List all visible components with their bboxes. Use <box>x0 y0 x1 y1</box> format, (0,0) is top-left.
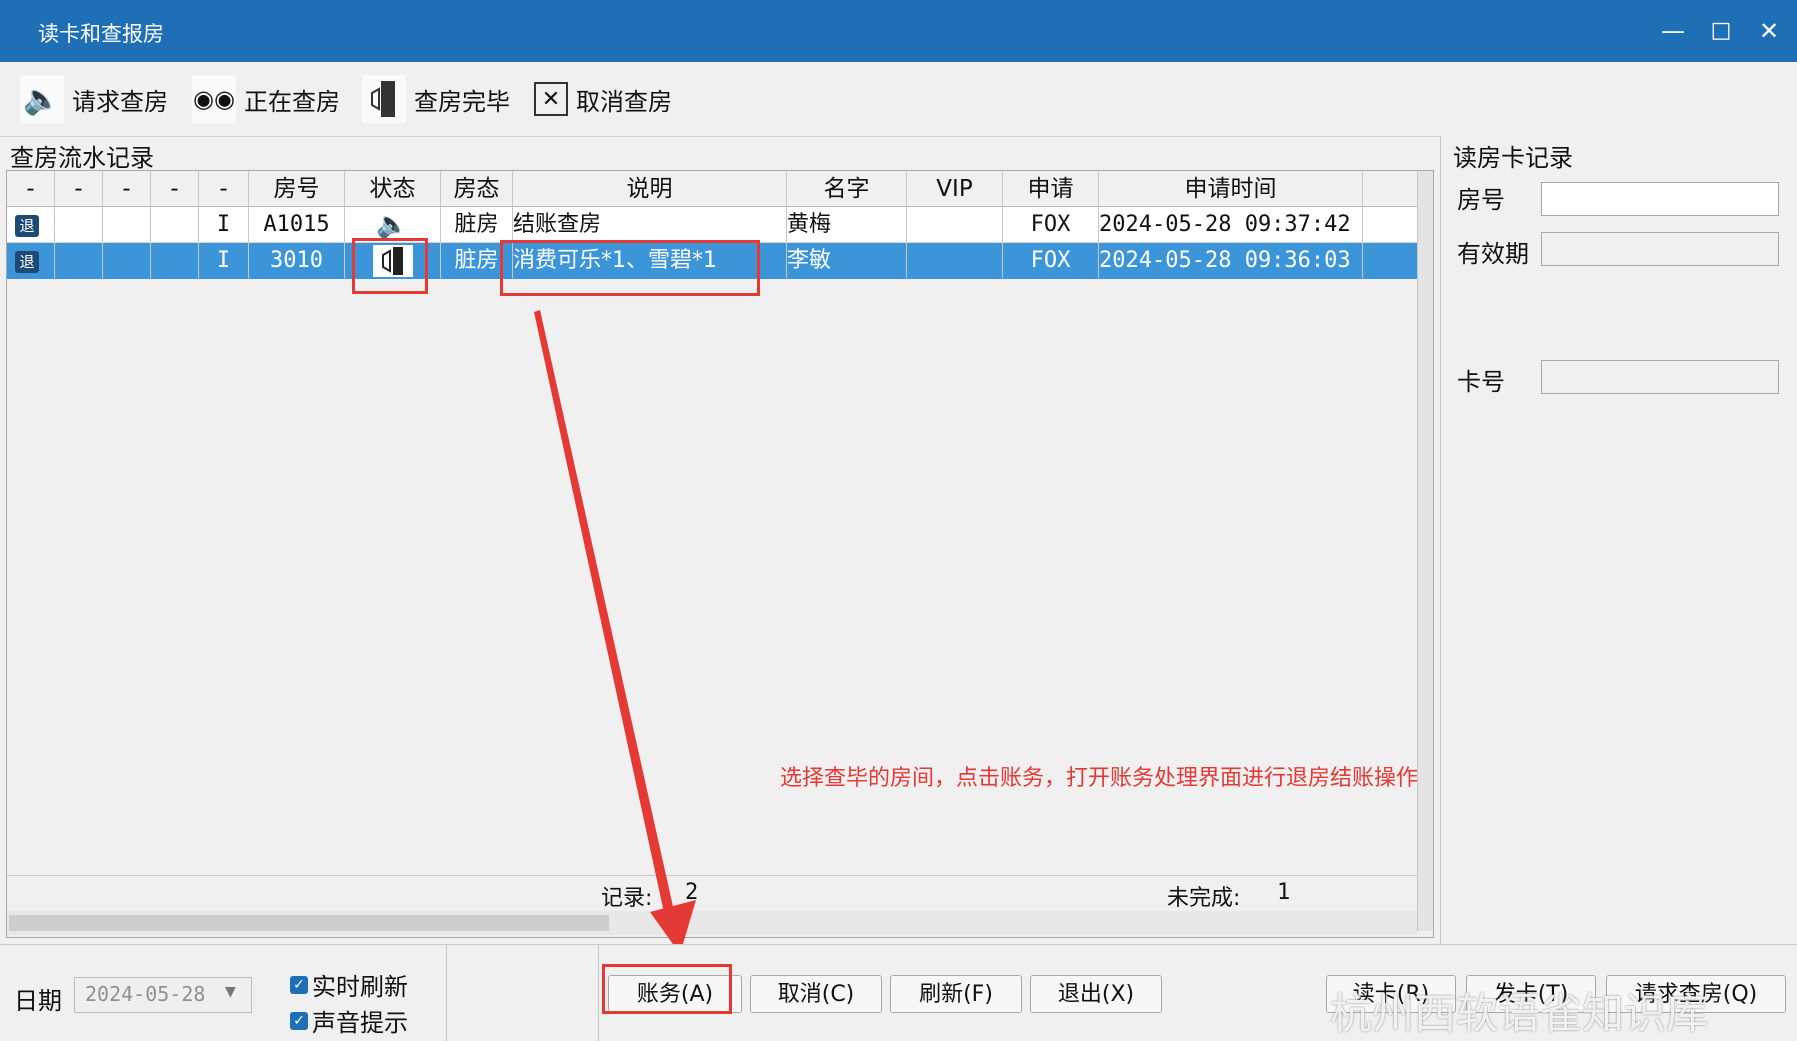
title-bar: 读卡和查报房 — □ ✕ <box>0 0 1797 62</box>
date-label: 日期 <box>14 987 62 1015</box>
card-label: 卡号 <box>1457 368 1505 396</box>
empty-cell <box>55 243 103 279</box>
check-done-tool-button[interactable]: 查房完毕 <box>362 72 510 126</box>
checkout-badge: 退 <box>15 251 39 273</box>
column-header-room-state[interactable]: 房态 <box>441 171 513 207</box>
minimize-icon[interactable]: — <box>1656 14 1690 48</box>
vip-cell <box>907 207 1003 243</box>
column-header[interactable]: - <box>55 171 103 207</box>
checkbox-check-icon[interactable]: ✓ <box>290 975 308 994</box>
row-badge-cell: 退 <box>7 243 55 279</box>
close-icon[interactable]: ✕ <box>1752 14 1786 48</box>
speaker-icon: 🔈 <box>20 75 64 123</box>
exit-button[interactable]: 退出(X) <box>1030 975 1162 1013</box>
column-header-status[interactable]: 状态 <box>345 171 441 207</box>
filler-cell <box>1363 243 1417 279</box>
empty-cell <box>151 207 199 243</box>
checkout-badge: 退 <box>15 215 39 237</box>
empty-cell <box>151 243 199 279</box>
column-header-desc[interactable]: 说明 <box>513 171 787 207</box>
column-header[interactable]: - <box>103 171 151 207</box>
sound-label: 声音提示 <box>312 1009 408 1037</box>
cancel-box-icon: ✕ <box>534 82 568 116</box>
log-section-title: 查房流水记录 <box>10 144 154 172</box>
realtime-label: 实时刷新 <box>312 973 408 1001</box>
sound-prompt-checkbox[interactable]: ✓ 声音提示 <box>290 1003 408 1038</box>
toolbar: 🔈 请求查房 ◉◉ 正在查房 查房完毕 ✕ 取消查房 <box>0 62 1797 137</box>
room-label: 房号 <box>1457 186 1505 214</box>
column-header[interactable]: - <box>7 171 55 207</box>
unfinished-count: 1 <box>1277 880 1291 905</box>
column-header-applicant[interactable]: 申请 <box>1003 171 1099 207</box>
room-cell: A1015 <box>249 207 345 243</box>
date-picker[interactable]: 2024-05-28 ▼ <box>74 977 252 1013</box>
scroll-thumb[interactable] <box>9 915 609 931</box>
name-cell: 黄梅 <box>787 207 907 243</box>
checkbox-check-icon[interactable]: ✓ <box>290 1011 308 1030</box>
empty-cell <box>103 243 151 279</box>
valid-label: 有效期 <box>1457 240 1529 268</box>
maximize-icon[interactable]: □ <box>1704 14 1738 48</box>
chevron-down-icon[interactable]: ▼ <box>225 984 236 1000</box>
watermark: 杭州西软语雀知识库 <box>1330 989 1709 1038</box>
window-title: 读卡和查报房 <box>38 22 164 46</box>
applicant-cell: FOX <box>1003 243 1099 279</box>
divider <box>598 945 599 1041</box>
applicant-cell: FOX <box>1003 207 1099 243</box>
realtime-refresh-checkbox[interactable]: ✓ 实时刷新 <box>290 967 408 1002</box>
cancel-check-tool-button[interactable]: ✕ 取消查房 <box>534 72 672 126</box>
valid-field[interactable] <box>1541 232 1779 266</box>
desc-cell: 结账查房 <box>513 207 787 243</box>
time-cell: 2024-05-28 09:36:03 <box>1099 243 1363 279</box>
name-cell: 李敏 <box>787 243 907 279</box>
table-footer: 记录: 2 未完成: 1 <box>7 875 1417 911</box>
cancel-button[interactable]: 取消(C) <box>750 975 882 1013</box>
empty-cell <box>103 207 151 243</box>
empty-cell <box>55 207 103 243</box>
request-check-label: 请求查房 <box>72 87 168 116</box>
request-check-tool-button[interactable]: 🔈 请求查房 <box>20 72 168 126</box>
unfinished-label: 未完成: <box>1167 886 1241 911</box>
vertical-scrollbar[interactable] <box>1417 171 1433 931</box>
time-cell: 2024-05-28 09:37:42 <box>1099 207 1363 243</box>
column-header-name[interactable]: 名字 <box>787 171 907 207</box>
refresh-button[interactable]: 刷新(F) <box>890 975 1022 1013</box>
account-highlight-box <box>602 964 732 1014</box>
table-header: - - - - - 房号 状态 房态 说明 名字 VIP 申请 申请时间 <box>7 171 1417 207</box>
row-badge-cell: 退 <box>7 207 55 243</box>
room-field[interactable] <box>1541 182 1779 216</box>
status-highlight-box <box>352 238 428 294</box>
flag-cell: I <box>199 207 249 243</box>
date-value: 2024-05-28 <box>85 982 206 1006</box>
room-cell: 3010 <box>249 243 345 279</box>
annotation-arrow <box>534 310 696 954</box>
horizontal-scrollbar[interactable] <box>7 911 1417 935</box>
column-header-time[interactable]: 申请时间 <box>1099 171 1363 207</box>
cancel-check-label: 取消查房 <box>576 87 672 116</box>
card-panel-title: 读房卡记录 <box>1453 144 1573 172</box>
check-done-label: 查房完毕 <box>414 87 510 116</box>
vip-cell <box>907 243 1003 279</box>
card-field[interactable] <box>1541 360 1779 394</box>
column-header[interactable]: - <box>199 171 249 207</box>
room-state-cell: 脏房 <box>441 207 513 243</box>
checking-tool-button[interactable]: ◉◉ 正在查房 <box>192 72 340 126</box>
column-header[interactable]: - <box>151 171 199 207</box>
divider <box>446 945 447 1041</box>
annotation-text: 选择查毕的房间，点击账务，打开账务处理界面进行退房结账操作 <box>780 766 1419 791</box>
column-header-room[interactable]: 房号 <box>249 171 345 207</box>
flag-cell: I <box>199 243 249 279</box>
checking-label: 正在查房 <box>244 87 340 116</box>
column-header-filler <box>1363 171 1417 207</box>
filler-cell <box>1363 207 1417 243</box>
door-done-icon <box>362 75 406 123</box>
column-header-vip[interactable]: VIP <box>907 171 1003 207</box>
desc-highlight-box <box>500 240 760 296</box>
binoculars-icon: ◉◉ <box>192 75 236 123</box>
card-record-panel: 读房卡记录 房号 有效期 卡号 <box>1440 136 1797 946</box>
table-row[interactable]: 退 I A1015 🔈 脏房 结账查房 黄梅 FOX 2024-05-28 09… <box>7 207 1417 243</box>
